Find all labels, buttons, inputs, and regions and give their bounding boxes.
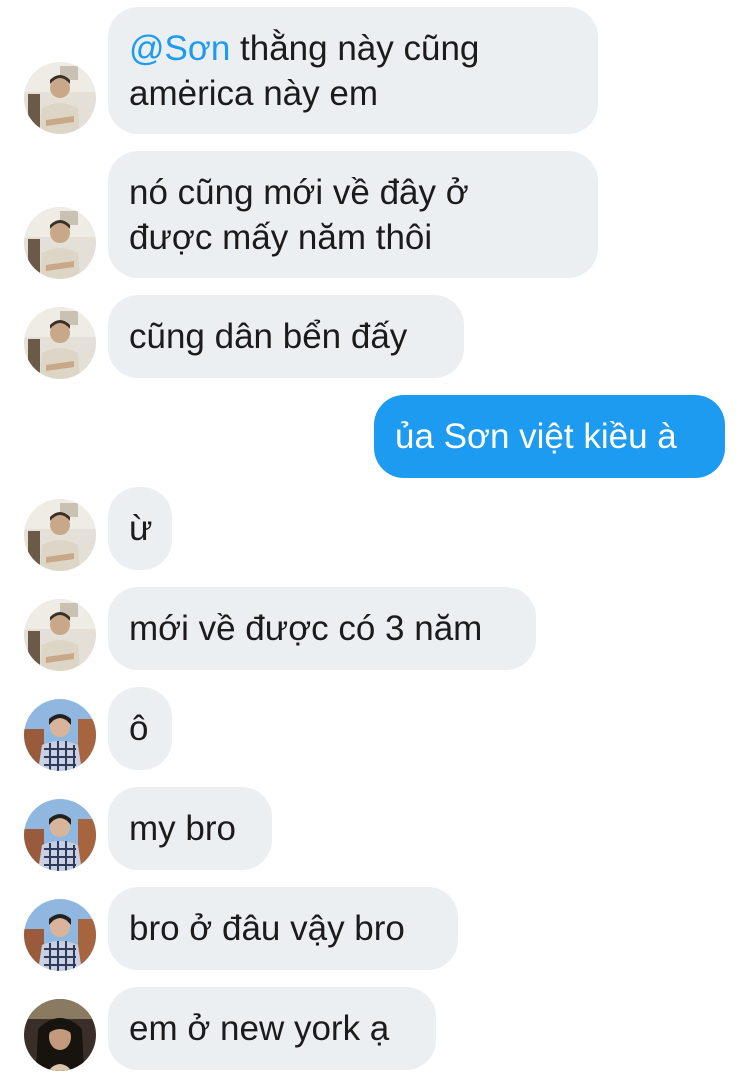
avatar-man-checkered-shirt[interactable] [24, 899, 96, 971]
message-text: ủa Sơn việt kiều à [395, 417, 677, 456]
avatar-man-beige-shirt[interactable] [24, 307, 96, 379]
avatar-image [24, 207, 96, 279]
avatar-image [24, 699, 96, 771]
message-text: my bro [129, 809, 236, 848]
message-text: thằng này cũng [230, 29, 480, 68]
message-bubble-incoming[interactable]: ô [108, 687, 172, 770]
message-bubble-incoming[interactable]: @Sơn thằng này cũng amėrica này em [108, 7, 598, 134]
message-text: bro ở đâu vậy bro [129, 909, 405, 948]
message-bubble-incoming[interactable]: ừ [108, 487, 172, 570]
avatar-man-beige-shirt[interactable] [24, 499, 96, 571]
avatar-image [24, 307, 96, 379]
message-bubble-incoming[interactable]: em ở new york ạ [108, 987, 436, 1070]
message-text: em ở new york ạ [129, 1009, 390, 1048]
avatar-image [24, 799, 96, 871]
message-bubble-incoming[interactable]: bro ở đâu vậy bro [108, 887, 458, 970]
avatar-image [24, 62, 96, 134]
avatar-image [24, 599, 96, 671]
avatar-dark-hair-person[interactable] [24, 999, 96, 1071]
avatar-image [24, 499, 96, 571]
avatar-image [24, 999, 96, 1071]
avatar-man-checkered-shirt[interactable] [24, 799, 96, 871]
message-bubble-incoming[interactable]: nó cũng mới về đây ở được mấy năm thôi [108, 151, 598, 278]
avatar-man-beige-shirt[interactable] [24, 599, 96, 671]
message-text: ừ [129, 509, 153, 548]
message-bubble-incoming[interactable]: my bro [108, 787, 272, 870]
avatar-image [24, 899, 96, 971]
avatar-man-beige-shirt[interactable] [24, 207, 96, 279]
message-text: ô [129, 709, 149, 748]
message-line: @Sơn thằng này cũng [129, 26, 577, 71]
message-text: mới về được có 3 năm [129, 609, 483, 648]
message-line: nó cũng mới về đây ở [129, 173, 469, 212]
message-text: cũng dân bển đấy [129, 317, 408, 356]
avatar-man-checkered-shirt[interactable] [24, 699, 96, 771]
message-line: được mấy năm thôi [129, 218, 433, 257]
avatar-man-beige-shirt[interactable] [24, 62, 96, 134]
message-bubble-outgoing[interactable]: ủa Sơn việt kiều à [374, 395, 725, 478]
message-line: amėrica này em [129, 74, 378, 113]
message-bubble-incoming[interactable]: mới về được có 3 năm [108, 587, 536, 670]
message-bubble-incoming[interactable]: cũng dân bển đấy [108, 295, 464, 378]
mention-link[interactable]: @Sơn [129, 29, 230, 68]
